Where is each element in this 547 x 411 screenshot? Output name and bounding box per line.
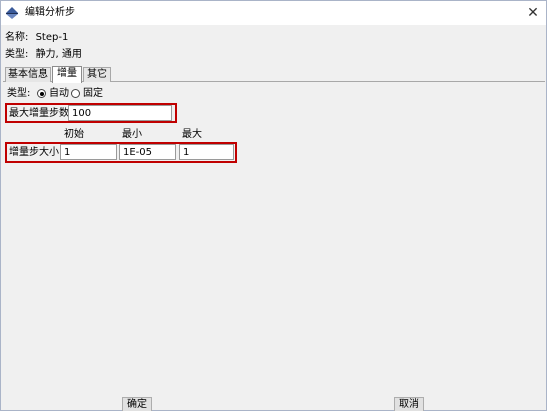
increment-size-label: 增量步大小:: [9, 147, 63, 158]
tab-increment[interactable]: 增量: [52, 66, 82, 83]
step-type-value: 静力, 通用: [35, 49, 82, 60]
step-name-label: 名称:: [5, 32, 29, 43]
tab-other[interactable]: 其它: [83, 67, 111, 82]
radio-automatic[interactable]: [37, 89, 46, 98]
cancel-button[interactable]: 取消: [394, 397, 424, 411]
step-icon: [6, 7, 18, 19]
initial-increment-input[interactable]: [60, 144, 117, 160]
col-maximum-header: 最大: [182, 129, 202, 140]
ok-button[interactable]: 确定: [122, 397, 152, 411]
step-name-value: Step-1: [35, 32, 69, 43]
radio-fixed[interactable]: [71, 89, 80, 98]
radio-fixed-label[interactable]: 固定: [83, 87, 103, 100]
radio-automatic-label[interactable]: 自动: [49, 87, 69, 100]
tab-basic-info[interactable]: 基本信息: [5, 67, 51, 82]
step-name-row: 名称: Step-1: [5, 31, 68, 44]
step-type-label: 类型:: [5, 49, 29, 60]
title-bar: 编辑分析步 ✕: [1, 1, 546, 25]
minimum-increment-input[interactable]: [119, 144, 176, 160]
increment-type-label: 类型:: [7, 88, 31, 99]
col-initial-header: 初始: [64, 129, 84, 140]
close-icon[interactable]: ✕: [524, 4, 542, 22]
step-type-row: 类型: 静力, 通用: [5, 48, 82, 61]
col-minimum-header: 最小: [122, 129, 142, 140]
max-increments-label: 最大增量步数:: [9, 108, 73, 119]
tab-panel-increment: [3, 81, 545, 391]
window-title: 编辑分析步: [25, 7, 75, 18]
maximum-increment-input[interactable]: [179, 144, 234, 160]
edit-step-dialog: 编辑分析步 ✕ 名称: Step-1 类型: 静力, 通用 基本信息 增量 其它…: [0, 0, 547, 411]
max-increments-input[interactable]: [68, 105, 172, 121]
